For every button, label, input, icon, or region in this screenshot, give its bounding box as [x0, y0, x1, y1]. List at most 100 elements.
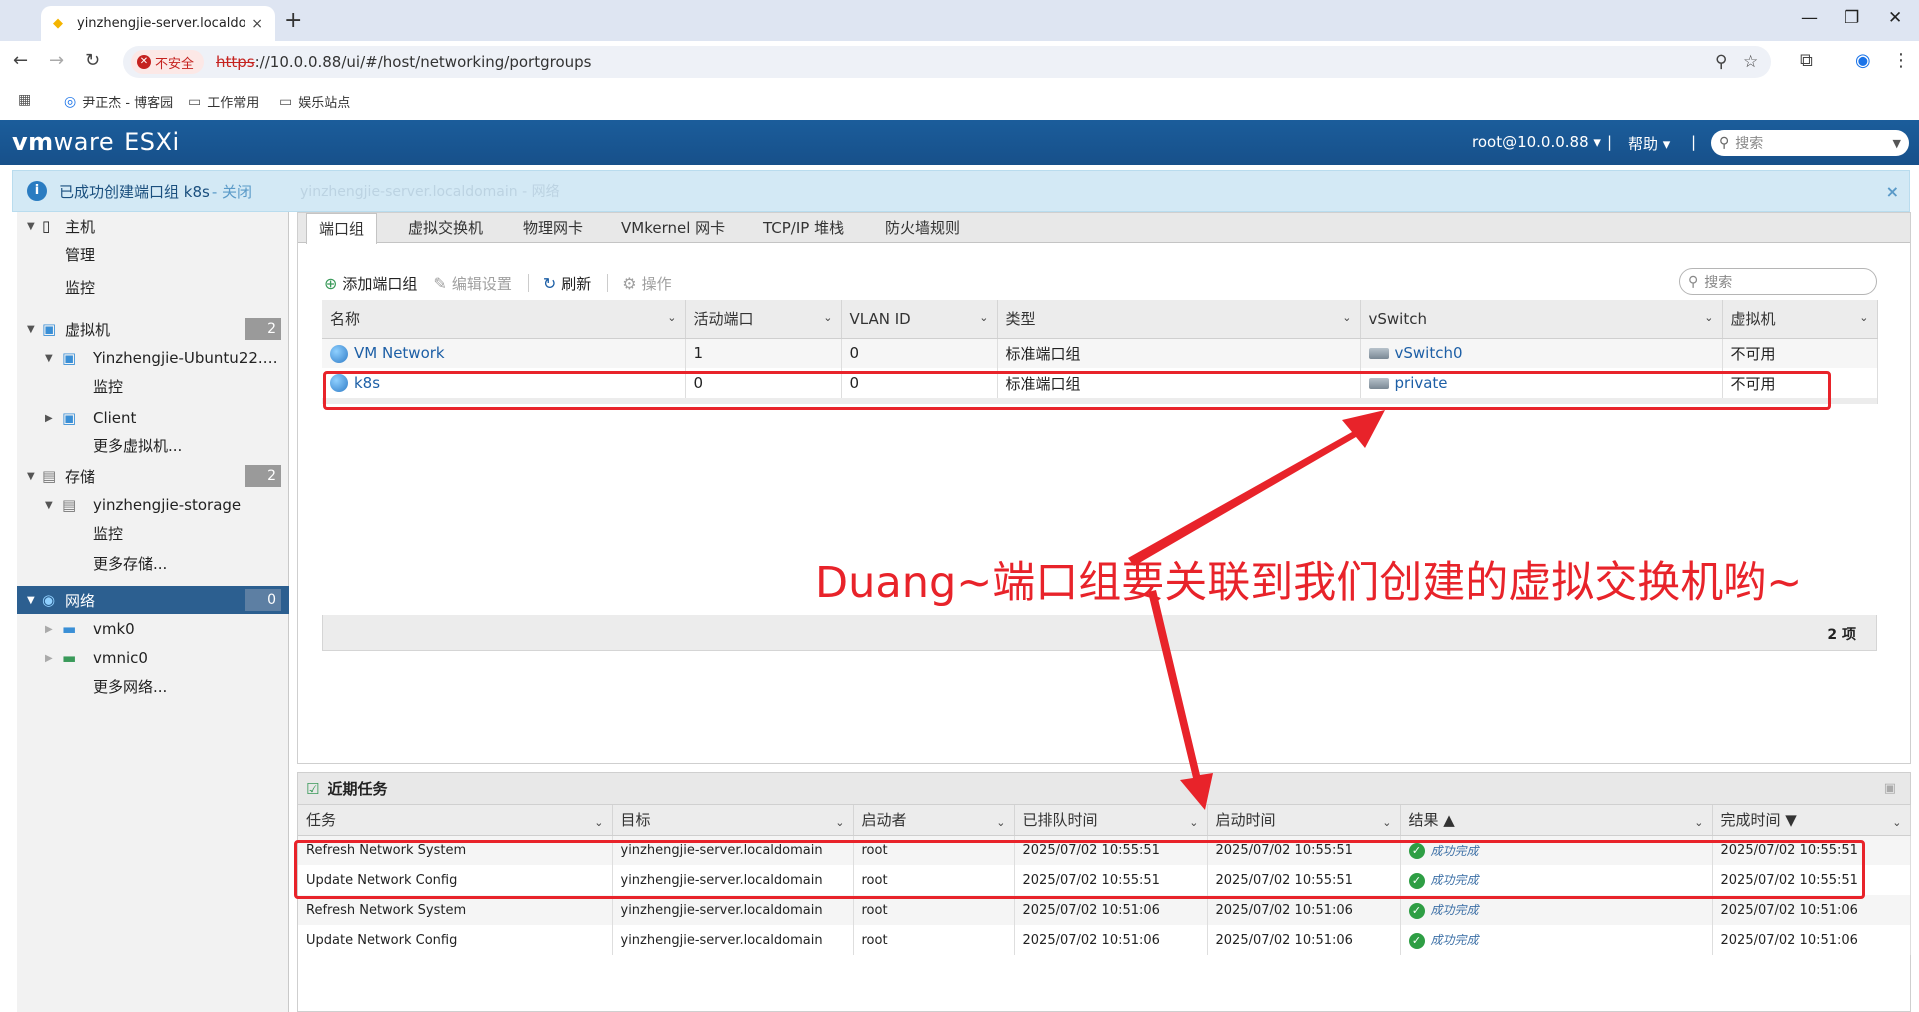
- nav-more-vms[interactable]: 更多虚拟机...: [17, 431, 289, 459]
- recent-tasks-title: 近期任务: [327, 780, 388, 798]
- expand-icon[interactable]: ▶: [45, 413, 53, 424]
- expand-icon[interactable]: ▶: [45, 653, 53, 664]
- column-header[interactable]: 类型 ⌄: [997, 300, 1361, 339]
- apps-grid-icon[interactable]: ▦: [18, 92, 31, 108]
- nav-host-manage[interactable]: 管理: [17, 240, 289, 268]
- refresh-button[interactable]: ↻ 刷新: [543, 273, 591, 294]
- column-header[interactable]: 活动端口 ⌄: [685, 300, 842, 339]
- column-header[interactable]: 目标 ⌄: [612, 805, 854, 836]
- chevron-down-icon[interactable]: ▼: [1893, 137, 1901, 150]
- portgroup-name[interactable]: VM Network: [322, 338, 686, 368]
- table-row[interactable]: VM Network 1 0 标准端口组 vSwitch0 不可用: [322, 338, 1878, 368]
- search-icon: ⚲: [1719, 135, 1730, 151]
- window-close-icon[interactable]: ✕: [1888, 8, 1902, 28]
- nav-vm-client[interactable]: ▶ ▣ Client: [17, 404, 289, 432]
- portgroup-link[interactable]: VM Network: [354, 344, 445, 362]
- table-row[interactable]: Update Network Config yinzhengjie-server…: [298, 865, 1911, 895]
- nav-more-network[interactable]: 更多网络...: [17, 672, 289, 700]
- tab-physical-nics[interactable]: 物理网卡: [523, 213, 583, 243]
- vswitch-cell[interactable]: vSwitch0: [1360, 338, 1723, 368]
- zoom-icon[interactable]: ⚲: [1715, 52, 1727, 72]
- nav-vm-ubuntu[interactable]: ▼ ▣ Yinzhengjie-Ubuntu22.…: [17, 344, 289, 372]
- header-search-input[interactable]: ⚲ 搜索 ▼: [1711, 130, 1909, 156]
- insecure-badge[interactable]: ✕ 不安全: [131, 50, 205, 74]
- profile-icon[interactable]: ◉: [1855, 50, 1871, 71]
- menu-icon[interactable]: ⋮: [1892, 50, 1910, 71]
- table-row[interactable]: Update Network Config yinzhengjie-server…: [298, 925, 1911, 955]
- vswitch-icon: [1368, 348, 1389, 360]
- nav-host[interactable]: ▼ ▯ 主机: [17, 212, 289, 240]
- restore-icon[interactable]: ❐: [1844, 8, 1859, 28]
- nav-host-monitor[interactable]: 监控: [17, 273, 289, 301]
- tab-vmkernel-nics[interactable]: VMkernel 网卡: [621, 213, 725, 243]
- tab-firewall-rules[interactable]: 防火墙规则: [885, 213, 960, 243]
- chevron-down-icon: ⌄: [1859, 311, 1869, 324]
- expand-icon[interactable]: ▼: [45, 353, 53, 364]
- tab-tcpip-stacks[interactable]: TCP/IP 堆栈: [763, 213, 844, 243]
- nav-network[interactable]: ▼ ◉ 网络 0: [17, 586, 289, 614]
- nav-vmnic0[interactable]: ▶ ▬ vmnic0: [17, 644, 289, 672]
- item-count: 2 项: [322, 615, 1877, 651]
- column-header[interactable]: 已排队时间 ⌄: [1014, 805, 1208, 836]
- help-menu[interactable]: 帮助 ▾: [1628, 133, 1670, 154]
- expand-icon[interactable]: ▼: [27, 471, 35, 482]
- vswitch-cell[interactable]: private: [1360, 368, 1723, 398]
- notification-close-link[interactable]: - 关闭: [212, 181, 252, 202]
- table-row[interactable]: k8s 0 0 标准端口组 private 不可用: [322, 368, 1878, 398]
- portgroup-link[interactable]: k8s: [354, 374, 380, 392]
- table-row[interactable]: Refresh Network System yinzhengjie-serve…: [298, 895, 1911, 925]
- column-header[interactable]: 启动者 ⌄: [853, 805, 1015, 836]
- expand-icon[interactable]: ▼: [27, 221, 35, 232]
- column-header[interactable]: vSwitch ⌄: [1360, 300, 1723, 339]
- nav-datastore-monitor[interactable]: 监控: [17, 519, 289, 547]
- column-header[interactable]: 虚拟机 ⌄: [1722, 300, 1878, 339]
- actions-button[interactable]: ⚙ 操作: [622, 273, 671, 294]
- nav-vmk0[interactable]: ▶ ▬ vmk0: [17, 615, 289, 643]
- extensions-icon[interactable]: ⧉: [1800, 50, 1813, 71]
- edit-settings-button[interactable]: ✎ 编辑设置: [433, 273, 511, 294]
- bookmark-blog[interactable]: ◎ 尹正杰 - 博客园: [64, 92, 173, 112]
- column-header[interactable]: 名称 ⌄: [322, 300, 686, 339]
- portgroup-search-input[interactable]: ⚲ 搜索: [1679, 268, 1877, 295]
- bookmark-folder-work[interactable]: ▭ 工作常用: [188, 92, 259, 112]
- column-header[interactable]: 启动时间 ⌄: [1207, 805, 1401, 836]
- nav-vm-monitor[interactable]: 监控: [17, 372, 289, 400]
- column-header[interactable]: 任务 ⌄: [298, 805, 613, 836]
- task-initiator: root: [853, 925, 1015, 955]
- success-icon: ✓: [1408, 902, 1425, 919]
- user-menu[interactable]: root@10.0.0.88 ▾: [1472, 133, 1601, 151]
- expand-icon[interactable]: ▼: [27, 324, 35, 335]
- nav-label: vmk0: [93, 620, 135, 638]
- table-row[interactable]: Refresh Network System yinzhengjie-serve…: [298, 835, 1911, 865]
- address-bar[interactable]: ✕ 不安全 https://10.0.0.88/ui/#/host/networ…: [123, 46, 1771, 78]
- column-header[interactable]: VLAN ID ⌄: [841, 300, 998, 339]
- task-completed: 2025/07/02 10:51:06: [1712, 925, 1911, 955]
- browser-tab[interactable]: ◆ yinzhengjie-server.localdomain ×: [41, 6, 275, 41]
- expand-icon[interactable]: ▼: [45, 500, 53, 511]
- vswitch-link[interactable]: private: [1395, 374, 1448, 392]
- nav-more-storage[interactable]: 更多存储...: [17, 549, 289, 577]
- tab-close-icon[interactable]: ×: [251, 16, 263, 32]
- minimize-icon[interactable]: —: [1801, 8, 1818, 28]
- notification-close-icon[interactable]: ×: [1886, 182, 1899, 201]
- reload-icon[interactable]: ↻: [85, 50, 100, 71]
- vswitch-link[interactable]: vSwitch0: [1395, 344, 1463, 362]
- nav-datastore[interactable]: ▼ ▤ yinzhengjie-storage: [17, 491, 289, 519]
- tab-portgroups[interactable]: 端口组: [306, 213, 378, 244]
- expand-icon[interactable]: ▼: [27, 595, 35, 606]
- forward-icon[interactable]: →: [49, 50, 64, 71]
- url-text[interactable]: https://10.0.0.88/ui/#/host/networking/p…: [216, 53, 591, 71]
- nav-storage[interactable]: ▼ ▤ 存储 2: [17, 462, 289, 490]
- bookmark-folder-fun[interactable]: ▭ 娱乐站点: [279, 92, 350, 112]
- column-header[interactable]: 完成时间 ▼ ⌄: [1712, 805, 1911, 836]
- portgroup-name[interactable]: k8s: [322, 368, 686, 398]
- new-tab-button[interactable]: +: [284, 8, 302, 33]
- nav-vms[interactable]: ▼ ▣ 虚拟机 2: [17, 315, 289, 343]
- back-icon[interactable]: ←: [13, 50, 28, 71]
- add-portgroup-button[interactable]: ⊕ 添加端口组: [324, 273, 417, 294]
- tab-vswitches[interactable]: 虚拟交换机: [408, 213, 483, 243]
- column-header[interactable]: 结果 ▲ ⌄: [1400, 805, 1713, 836]
- expand-icon[interactable]: ▶: [45, 624, 53, 635]
- collapse-icon[interactable]: ▣: [1884, 781, 1896, 796]
- bookmark-star-icon[interactable]: ☆: [1743, 52, 1758, 72]
